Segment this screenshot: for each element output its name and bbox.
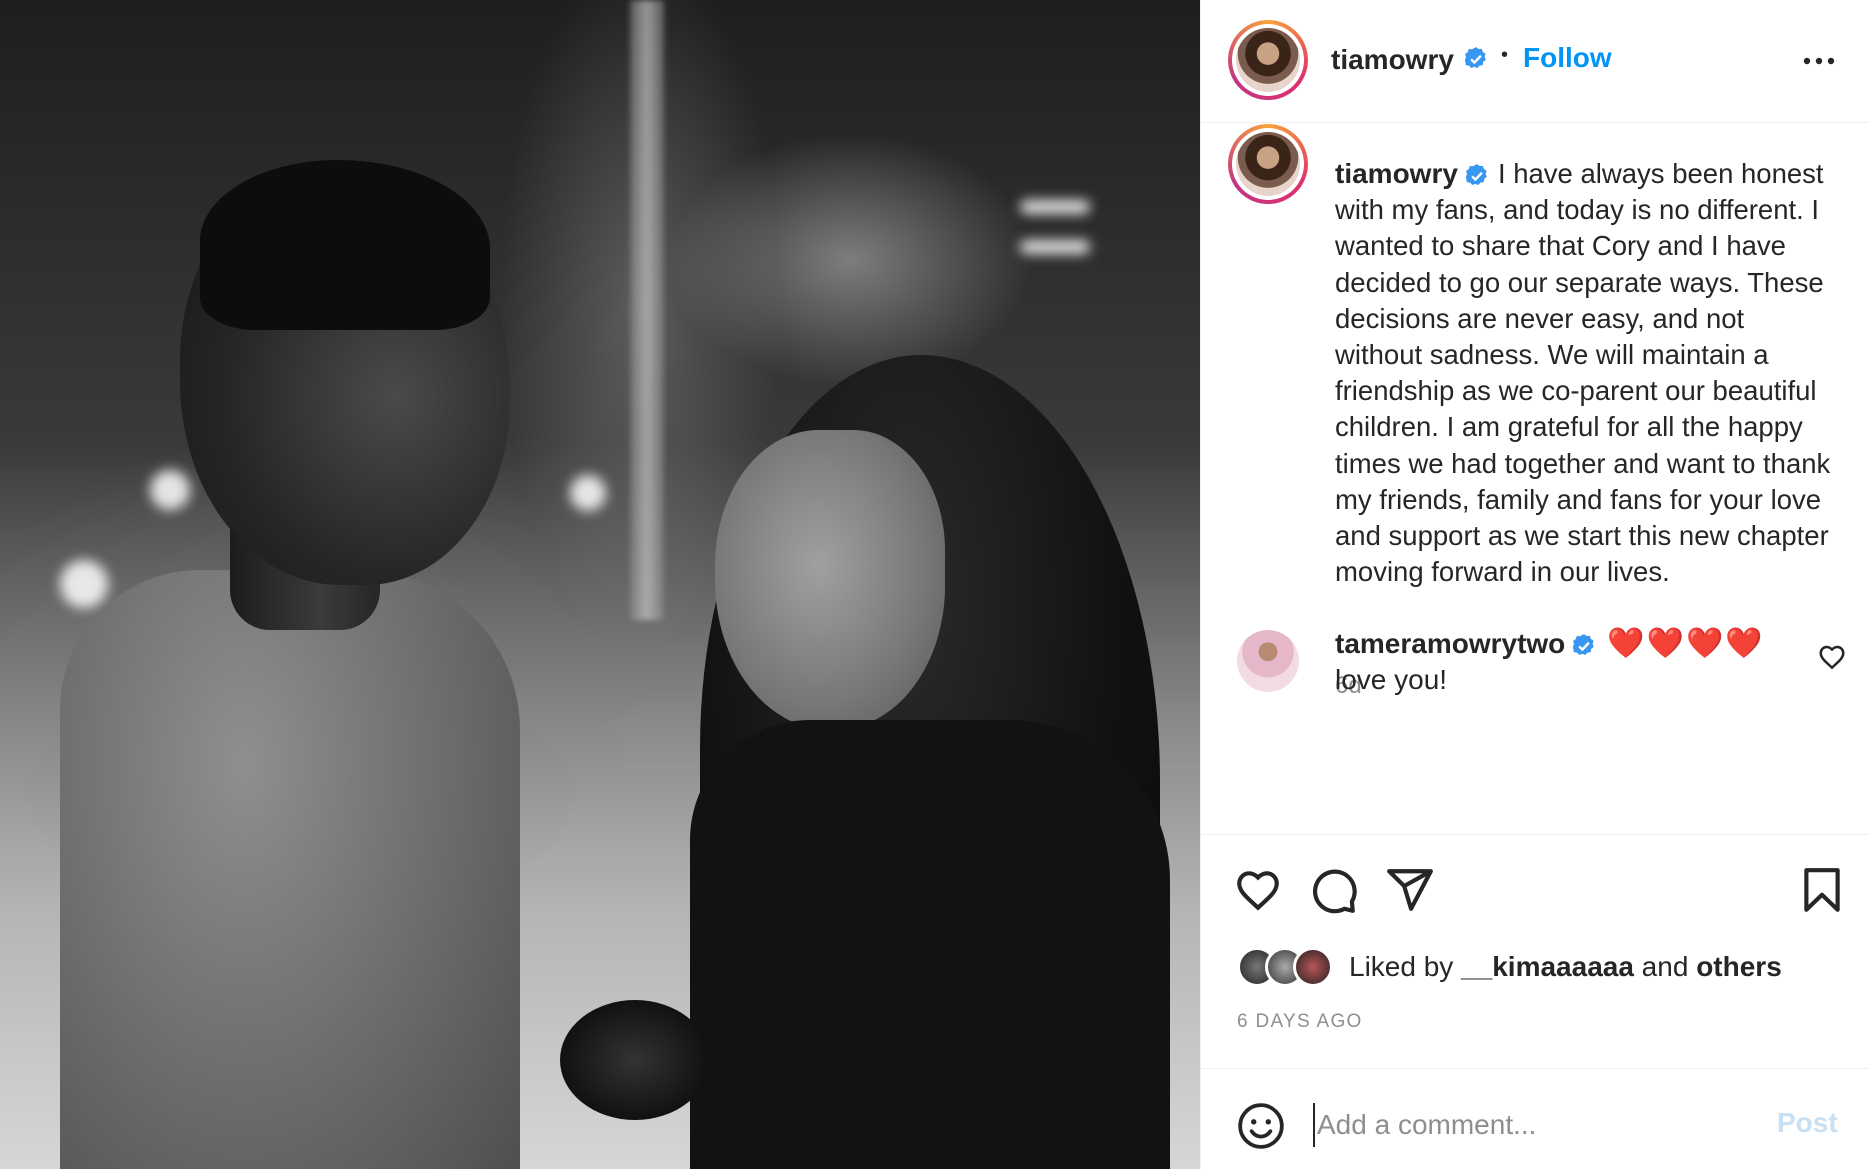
author-avatar[interactable] xyxy=(1228,20,1308,100)
photo-man-hair xyxy=(200,160,490,330)
heart-icon[interactable] xyxy=(1233,865,1283,915)
bookmark-icon[interactable] xyxy=(1797,865,1847,915)
liked-by-middle: and xyxy=(1633,951,1697,982)
comment-text: love you! xyxy=(1335,664,1448,695)
caption-username[interactable]: tiamowry xyxy=(1335,158,1458,189)
photo-joined-hands xyxy=(560,1000,710,1120)
liked-by-user[interactable]: __kimaaaaaa xyxy=(1461,951,1634,982)
photo-woman-body xyxy=(690,720,1170,1169)
caption-section: tiamowry I have always been honest with … xyxy=(1201,124,1869,834)
photo-man-body xyxy=(60,570,520,1169)
photo-bokeh-light xyxy=(1020,240,1090,254)
photo-background-pole xyxy=(630,0,664,620)
photo-bokeh-light xyxy=(150,470,190,510)
comment-composer: Post xyxy=(1201,1068,1869,1169)
post-side-panel: tiamowry • Follow tiamowry I have always… xyxy=(1200,0,1869,1169)
post-photo[interactable] xyxy=(0,0,1200,1169)
liked-by-text: Liked by __kimaaaaaa and others xyxy=(1349,951,1782,983)
verified-badge-icon xyxy=(1573,633,1595,655)
comment-hearts: ❤️❤️❤️❤️ xyxy=(1607,627,1765,660)
photo-bokeh-light xyxy=(570,475,606,511)
post-date[interactable]: 6 DAYS AGO xyxy=(1237,1011,1363,1033)
caption-text: tiamowry I have always been honest with … xyxy=(1335,156,1835,590)
comment-icon[interactable] xyxy=(1309,865,1359,915)
share-icon[interactable] xyxy=(1385,865,1435,915)
comment-input[interactable] xyxy=(1313,1103,1733,1147)
photo-bokeh-light xyxy=(1020,200,1090,214)
post-actions: Liked by __kimaaaaaa and others 6 DAYS A… xyxy=(1201,834,1869,1069)
commenter-avatar[interactable] xyxy=(1237,630,1299,692)
emoji-icon[interactable] xyxy=(1236,1101,1286,1151)
liked-by-others[interactable]: others xyxy=(1696,951,1782,982)
header-separator: • xyxy=(1501,44,1509,66)
follow-button[interactable]: Follow xyxy=(1523,42,1612,74)
liked-by-prefix: Liked by xyxy=(1349,951,1462,982)
commenter-username[interactable]: tameramowrytwo xyxy=(1335,628,1565,659)
photo-bokeh-light xyxy=(60,560,108,608)
verified-badge-icon xyxy=(1465,163,1487,185)
comment-header: tameramowrytwo ❤️❤️❤️❤️ xyxy=(1335,626,1765,661)
post-comment-button[interactable]: Post xyxy=(1777,1107,1838,1139)
comment-like-heart-icon[interactable] xyxy=(1817,642,1847,672)
author-username[interactable]: tiamowry xyxy=(1331,44,1454,76)
liker-avatar[interactable] xyxy=(1293,947,1333,987)
caption-author-avatar[interactable] xyxy=(1228,124,1308,204)
post-header: tiamowry • Follow xyxy=(1201,0,1869,123)
verified-badge-icon xyxy=(1464,47,1486,68)
more-icon[interactable] xyxy=(1799,46,1839,76)
caption-body: I have always been honest with my fans, … xyxy=(1335,158,1831,588)
photo-woman-face xyxy=(715,430,945,730)
